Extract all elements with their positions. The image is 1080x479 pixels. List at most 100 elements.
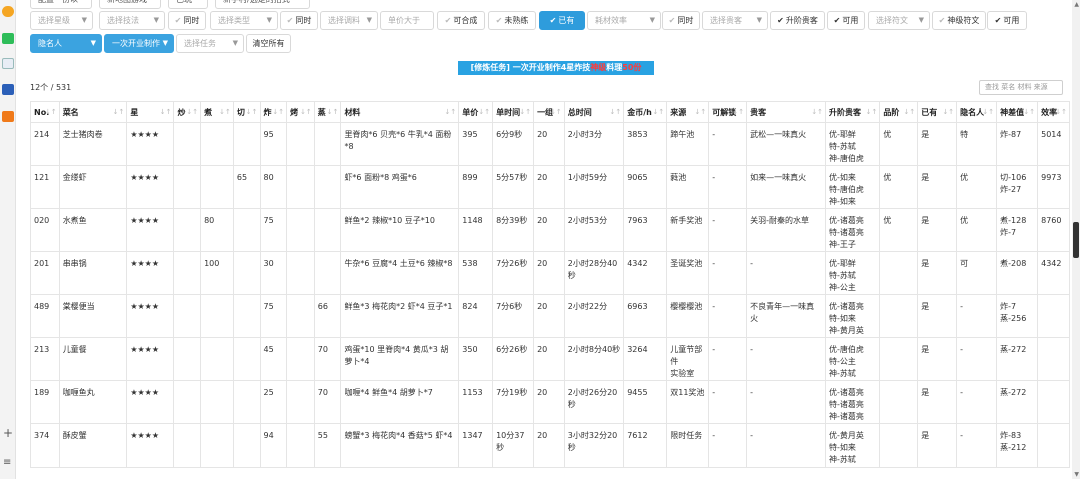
sort-icon[interactable]: ↓↑ [445,108,457,116]
top-tab-4[interactable]: 新手村/选定的招式 [215,0,310,9]
column-header[interactable]: 金币/h ↓↑ [623,101,668,123]
column-header[interactable]: 单价 ↓↑ [458,101,494,123]
sort-icon[interactable]: ↓↑ [1055,108,1067,116]
craftable-toggle[interactable]: ✔ 可合成 [437,11,485,30]
column-header[interactable]: No. ↓↑ [30,101,60,123]
sort-icon[interactable]: ↓↑ [904,108,916,116]
sort-icon[interactable]: ↓↑ [186,108,198,116]
sametime-toggle-3[interactable]: ✔ 同时 [662,11,700,30]
sort-icon[interactable]: ↓↑ [1023,108,1035,116]
upgrade-guest-toggle[interactable]: ✔ 升阶贵客 [770,11,825,30]
search-input[interactable]: 查找 菜名 材料 来源 [979,80,1063,95]
column-header[interactable]: 单时间 ↓↑ [492,101,535,123]
document-icon[interactable] [2,58,14,69]
shop-icon[interactable] [2,111,14,122]
clear-all-button[interactable]: 清空所有 [246,34,291,53]
divine-rune-toggle[interactable]: ✔ 神级符文 [932,11,986,30]
sort-icon[interactable]: ↓↑ [478,108,490,116]
type-select[interactable]: 选择类型 ▼ [210,11,278,30]
column-header[interactable]: 已有 ↓↑ [917,101,958,123]
skill-select[interactable]: 选择技法 ▼ [99,11,165,30]
available-toggle-2[interactable]: ✔ 可用 [987,11,1027,30]
scroll-down-icon[interactable]: ▼ [1074,471,1079,478]
top-tab-1[interactable]: 配置一份以 [30,0,92,9]
column-header[interactable]: 菜名 ↓↑ [58,101,128,123]
scroll-up-icon[interactable]: ▲ [1074,1,1079,8]
grade-select[interactable]: 选择星级 ▼ [30,11,93,30]
available-toggle-1[interactable]: ✔ 可用 [827,11,865,30]
column-header[interactable]: 煮 ↓↑ [200,101,234,123]
column-header[interactable]: 蒸 ↓↑ [313,101,342,123]
column-header[interactable]: 可解锁 ↓↑ [708,101,748,123]
column-header[interactable]: 切 ↓↑ [232,101,261,123]
sort-icon[interactable]: ↓↑ [550,108,562,116]
column-header[interactable]: 一组 ↓↑ [533,101,565,123]
vertical-scrollbar[interactable]: ▲ ▼ [1072,0,1080,479]
add-icon[interactable]: + [3,427,13,439]
column-header[interactable]: 星 ↓↑ [126,101,175,123]
sort-icon[interactable]: ↓↑ [219,108,231,116]
wallet-icon[interactable] [2,33,14,44]
task-select[interactable]: 选择任务 ▼ [176,34,244,53]
price-gt-input[interactable]: 单价大于 [380,11,434,30]
ingredient-select[interactable]: 选择调料 ▼ [320,11,378,30]
top-tab-3[interactable]: 已玩 [168,0,208,9]
column-header[interactable]: 神差值 ↓↑ [996,101,1039,123]
task-type-select[interactable]: 一次开业制作 ▼ [104,34,174,53]
guest-select[interactable]: 选择贵客 ▼ [702,11,768,30]
sort-icon[interactable]: ↓↑ [811,108,823,116]
column-header[interactable]: 贵客 ↓↑ [746,101,827,123]
top-tab-2[interactable]: 新地图游戏 [99,0,161,9]
column-header[interactable]: 炸 ↓↑ [259,101,288,123]
sort-icon[interactable]: ↓↑ [609,108,621,116]
column-header[interactable]: 来源 ↓↑ [666,101,710,123]
scrollbar-thumb[interactable] [1073,222,1079,258]
weibo-icon[interactable] [2,6,14,17]
owned-toggle[interactable]: ✔ 已有 [539,11,585,30]
sametime-toggle-2[interactable]: ✔ 同时 [280,11,318,30]
efficiency-select[interactable]: 耗材效率 ▼ [587,11,661,30]
column-header[interactable]: 隐名人 ↓↑ [956,101,998,123]
column-header[interactable]: 品阶 ↓↑ [879,101,919,123]
sort-icon[interactable]: ↓↑ [327,108,339,116]
sort-icon[interactable]: ↓↑ [866,108,878,116]
column-header[interactable]: 材料 ↓↑ [340,101,460,123]
sort-icon[interactable]: ↓↑ [113,108,125,116]
sort-icon[interactable]: ↓↑ [272,108,284,116]
sort-icon[interactable]: ↓↑ [519,108,531,116]
unfamiliar-toggle[interactable]: ✔ 未熟练 [488,11,536,30]
column-header[interactable]: 升阶贵客 ↓↑ [825,101,881,123]
column-header[interactable]: 炒 ↓↑ [173,101,202,123]
sametime-toggle-1[interactable]: ✔ 同时 [168,11,206,30]
table-row[interactable]: 189 咖喱鱼丸 ★★★★ 25 70 咖喱*4 鲜鱼*4 胡萝卜*7 1153 7分19秒 2… [30,380,1070,424]
cell-group: 20 [533,251,565,295]
sort-icon[interactable]: ↓↑ [246,108,258,116]
table-row[interactable]: 489 棠樱便当 ★★★★ 75 66 鲜鱼*3 梅花肉*2 虾*4 豆子*1 824 7分6… [30,294,1070,338]
menu-list-icon[interactable]: ≡ [3,458,11,468]
column-header[interactable]: 烤 ↓↑ [286,101,315,123]
rune-select[interactable]: 选择符文 ▼ [868,11,930,30]
cell-diff: 煮-128 炸-7 [996,208,1039,252]
chef-select[interactable]: 隐名人 ▼ [30,34,102,53]
table-row[interactable]: 020 水煮鱼 ★★★★ 80 75 鲜鱼*2 辣椒*10 豆子*10 1148 8分39秒 2… [30,208,1070,252]
cell-time: 6分9秒 [492,122,535,166]
column-header[interactable]: 效率 ↓↑ [1037,101,1070,123]
table-row[interactable]: 214 芝士猪肉卷 ★★★★ 95 里脊肉*6 贝壳*6 牛乳*4 面粉*8 395 6分9… [30,122,1070,166]
table-row[interactable]: 201 串串锅 ★★★★ 100 30 牛杂*6 豆腐*4 土豆*6 辣椒*8 538 7分2… [30,251,1070,295]
cell-mat: 鸡蛋*10 里脊肉*4 黄瓜*3 胡萝卜*4 [340,337,460,381]
sort-icon[interactable]: ↓↑ [160,108,172,116]
game-icon[interactable] [2,84,14,95]
sort-icon[interactable]: ↓↑ [653,108,665,116]
cell-kao [286,208,315,252]
sort-icon[interactable]: ↓↑ [942,108,954,116]
table-row[interactable]: 213 儿童餐 ★★★★ 45 70 鸡蛋*10 里脊肉*4 黄瓜*3 胡萝卜*4 350 6… [30,337,1070,381]
table-row[interactable]: 121 金缕虾 ★★★★ 65 80 虾*6 面粉*8 鸡蛋*6 899 5分57秒 20 1小时… [30,165,1070,209]
sort-icon[interactable]: ↓↑ [45,108,57,116]
cell-zha: 25 [259,380,288,424]
sort-icon[interactable]: ↓↑ [695,108,707,116]
column-header[interactable]: 总时间 ↓↑ [563,101,625,123]
sort-icon[interactable]: ↓↑ [300,108,312,116]
table-row[interactable]: 374 酥皮蟹 ★★★★ 94 55 螃蟹*3 梅花肉*4 香菇*5 虾*4 1347 10分… [30,423,1070,468]
sort-icon[interactable]: ↓↑ [732,108,744,116]
sort-icon[interactable]: ↓↑ [982,108,994,116]
